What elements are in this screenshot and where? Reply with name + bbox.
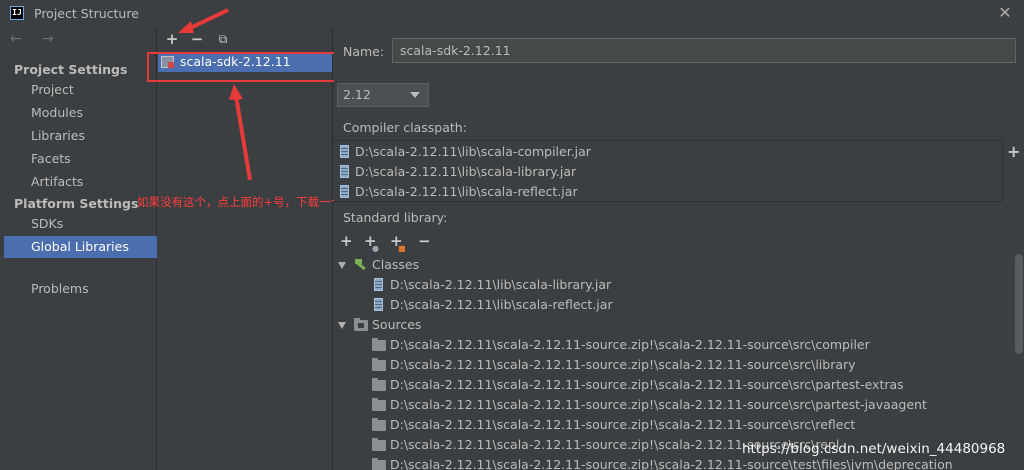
sources-label: Sources <box>372 317 422 332</box>
classpath-item[interactable]: D:\scala-2.12.11\lib\scala-reflect.jar <box>338 182 578 202</box>
scala-version-select[interactable]: 2.12 <box>337 83 429 107</box>
add-classes-button[interactable]: + ● <box>364 233 379 253</box>
source-path: D:\scala-2.12.11\scala-2.12.11-source.zi… <box>390 457 953 470</box>
jar-icon <box>340 165 349 178</box>
tree-row[interactable]: D:\scala-2.12.11\scala-2.12.11-source.zi… <box>372 415 855 435</box>
classpath-item[interactable]: D:\scala-2.12.11\lib\scala-compiler.jar <box>338 142 591 162</box>
expand-arrow-icon[interactable] <box>338 322 346 329</box>
version-value: 2.12 <box>343 87 371 102</box>
add-root-button[interactable]: + <box>340 233 353 249</box>
class-path: D:\scala-2.12.11\lib\scala-reflect.jar <box>390 297 613 312</box>
folder-icon <box>372 338 386 351</box>
classes-label: Classes <box>372 257 420 272</box>
library-detail-panel: Name: scala-sdk-2.12.11 2.12 Compiler cl… <box>334 27 1024 470</box>
tree-row[interactable]: D:\scala-2.12.11\scala-2.12.11-source.zi… <box>372 375 904 395</box>
folder-icon <box>372 398 386 411</box>
jar-icon <box>374 298 383 311</box>
tree-row[interactable]: D:\scala-2.12.11\scala-2.12.11-source.zi… <box>372 355 856 375</box>
classpath-path: D:\scala-2.12.11\lib\scala-library.jar <box>355 164 577 179</box>
source-path: D:\scala-2.12.11\scala-2.12.11-source.zi… <box>390 337 870 352</box>
source-path: D:\scala-2.12.11\scala-2.12.11-source.zi… <box>390 357 856 372</box>
folder-icon <box>372 438 386 451</box>
source-path: D:\scala-2.12.11\scala-2.12.11-source.zi… <box>390 417 856 432</box>
classpath-path: D:\scala-2.12.11\lib\scala-compiler.jar <box>355 144 591 159</box>
remove-root-button[interactable]: − <box>418 233 431 249</box>
tree-row[interactable]: D:\scala-2.12.11\scala-2.12.11-source.zi… <box>372 335 870 355</box>
tree-row[interactable]: D:\scala-2.12.11\scala-2.12.11-source.zi… <box>372 395 927 415</box>
classpath-side-toolbar: + <box>1002 140 1024 202</box>
folder-icon <box>372 358 386 371</box>
tree-row[interactable]: D:\scala-2.12.11\lib\scala-library.jar <box>372 275 611 295</box>
folder-icon <box>372 458 386 470</box>
compiler-classpath-list[interactable]: D:\scala-2.12.11\lib\scala-compiler.jar … <box>334 140 1002 202</box>
tree-row[interactable]: D:\scala-2.12.11\scala-2.12.11-source.zi… <box>372 455 953 470</box>
classpath-item[interactable]: D:\scala-2.12.11\lib\scala-library.jar <box>338 162 576 182</box>
chevron-down-icon <box>410 92 420 98</box>
standard-library-label: Standard library: <box>343 210 448 225</box>
folder-icon <box>372 418 386 431</box>
classpath-path: D:\scala-2.12.11\lib\scala-reflect.jar <box>355 184 578 199</box>
folder-icon <box>372 378 386 391</box>
jar-icon <box>340 145 349 158</box>
add-sources-button[interactable]: + ■ <box>390 233 406 253</box>
name-field[interactable]: scala-sdk-2.12.11 <box>392 38 1016 63</box>
standard-library-tree[interactable]: Classes D:\scala-2.12.11\lib\scala-libra… <box>334 254 1024 470</box>
hammer-icon <box>354 259 368 271</box>
source-path: D:\scala-2.12.11\scala-2.12.11-source.zi… <box>390 397 927 412</box>
arrow-to-sdk-item <box>234 95 252 181</box>
watermark-text: https://blog.csdn.net/weixin_44480968 <box>742 441 1006 457</box>
jar-icon <box>374 278 383 291</box>
tree-row[interactable]: D:\scala-2.12.11\lib\scala-reflect.jar <box>372 295 613 315</box>
arrow-head-add <box>178 21 194 33</box>
add-classpath-button[interactable]: + <box>1007 142 1020 161</box>
vertical-scrollbar[interactable] <box>1015 254 1023 354</box>
jar-icon <box>340 185 349 198</box>
expand-arrow-icon[interactable] <box>338 262 346 269</box>
arrow-head-sdk <box>229 84 243 100</box>
name-label: Name: <box>343 44 385 59</box>
standard-library-toolbar: + + ● + ■ − <box>334 230 1024 254</box>
source-path: D:\scala-2.12.11\scala-2.12.11-source.zi… <box>390 377 904 392</box>
compiler-classpath-label: Compiler classpath: <box>343 120 467 135</box>
source-folder-icon <box>354 318 368 331</box>
annotation-text: 如果没有这个，点上面的+号，下载一个 <box>137 195 343 209</box>
class-path: D:\scala-2.12.11\lib\scala-library.jar <box>390 277 612 292</box>
